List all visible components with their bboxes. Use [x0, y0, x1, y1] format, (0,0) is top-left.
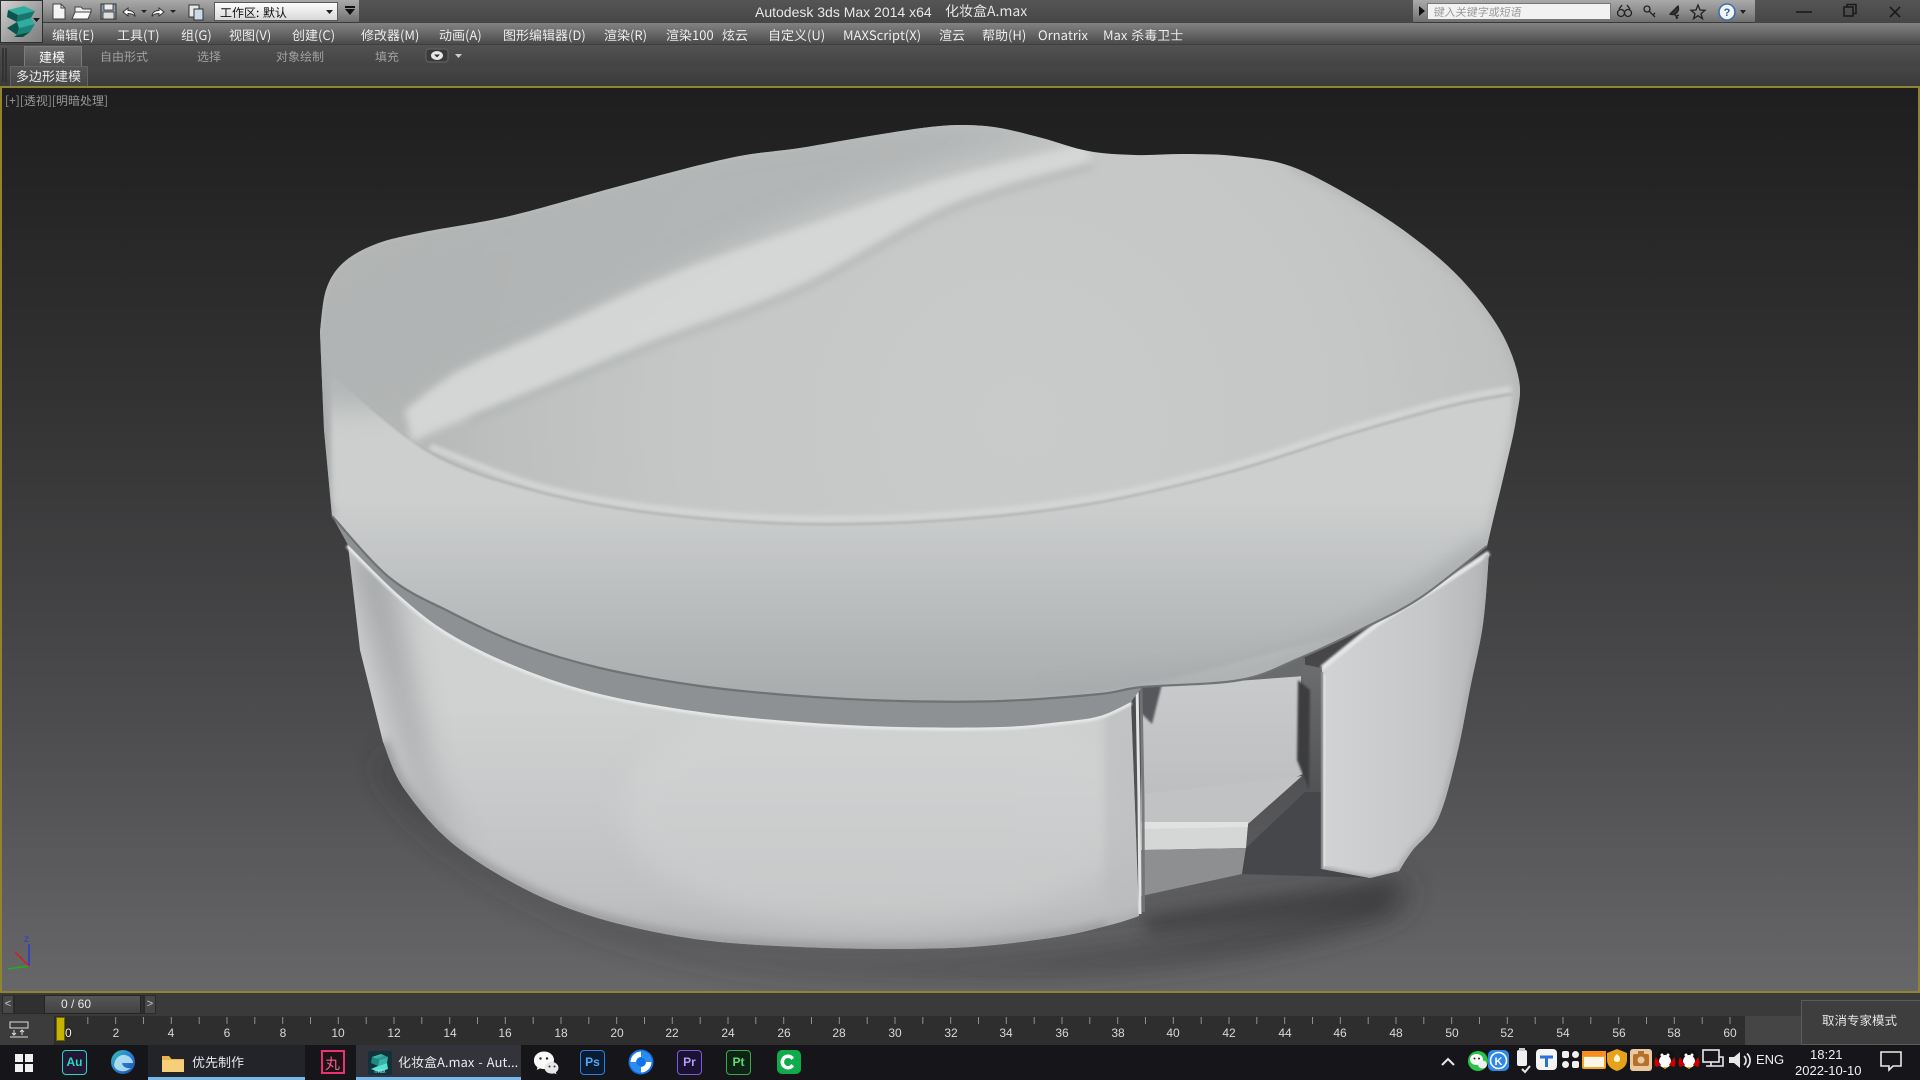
- svg-text:2022-10-10: 2022-10-10: [1795, 1063, 1862, 1078]
- svg-text:?: ?: [1724, 7, 1731, 19]
- svg-text:z: z: [24, 934, 29, 945]
- svg-text:K: K: [1495, 1056, 1503, 1068]
- svg-text:max: max: [374, 1069, 385, 1075]
- svg-text:ENG: ENG: [1756, 1052, 1784, 1067]
- svg-text:18:21: 18:21: [1810, 1047, 1843, 1062]
